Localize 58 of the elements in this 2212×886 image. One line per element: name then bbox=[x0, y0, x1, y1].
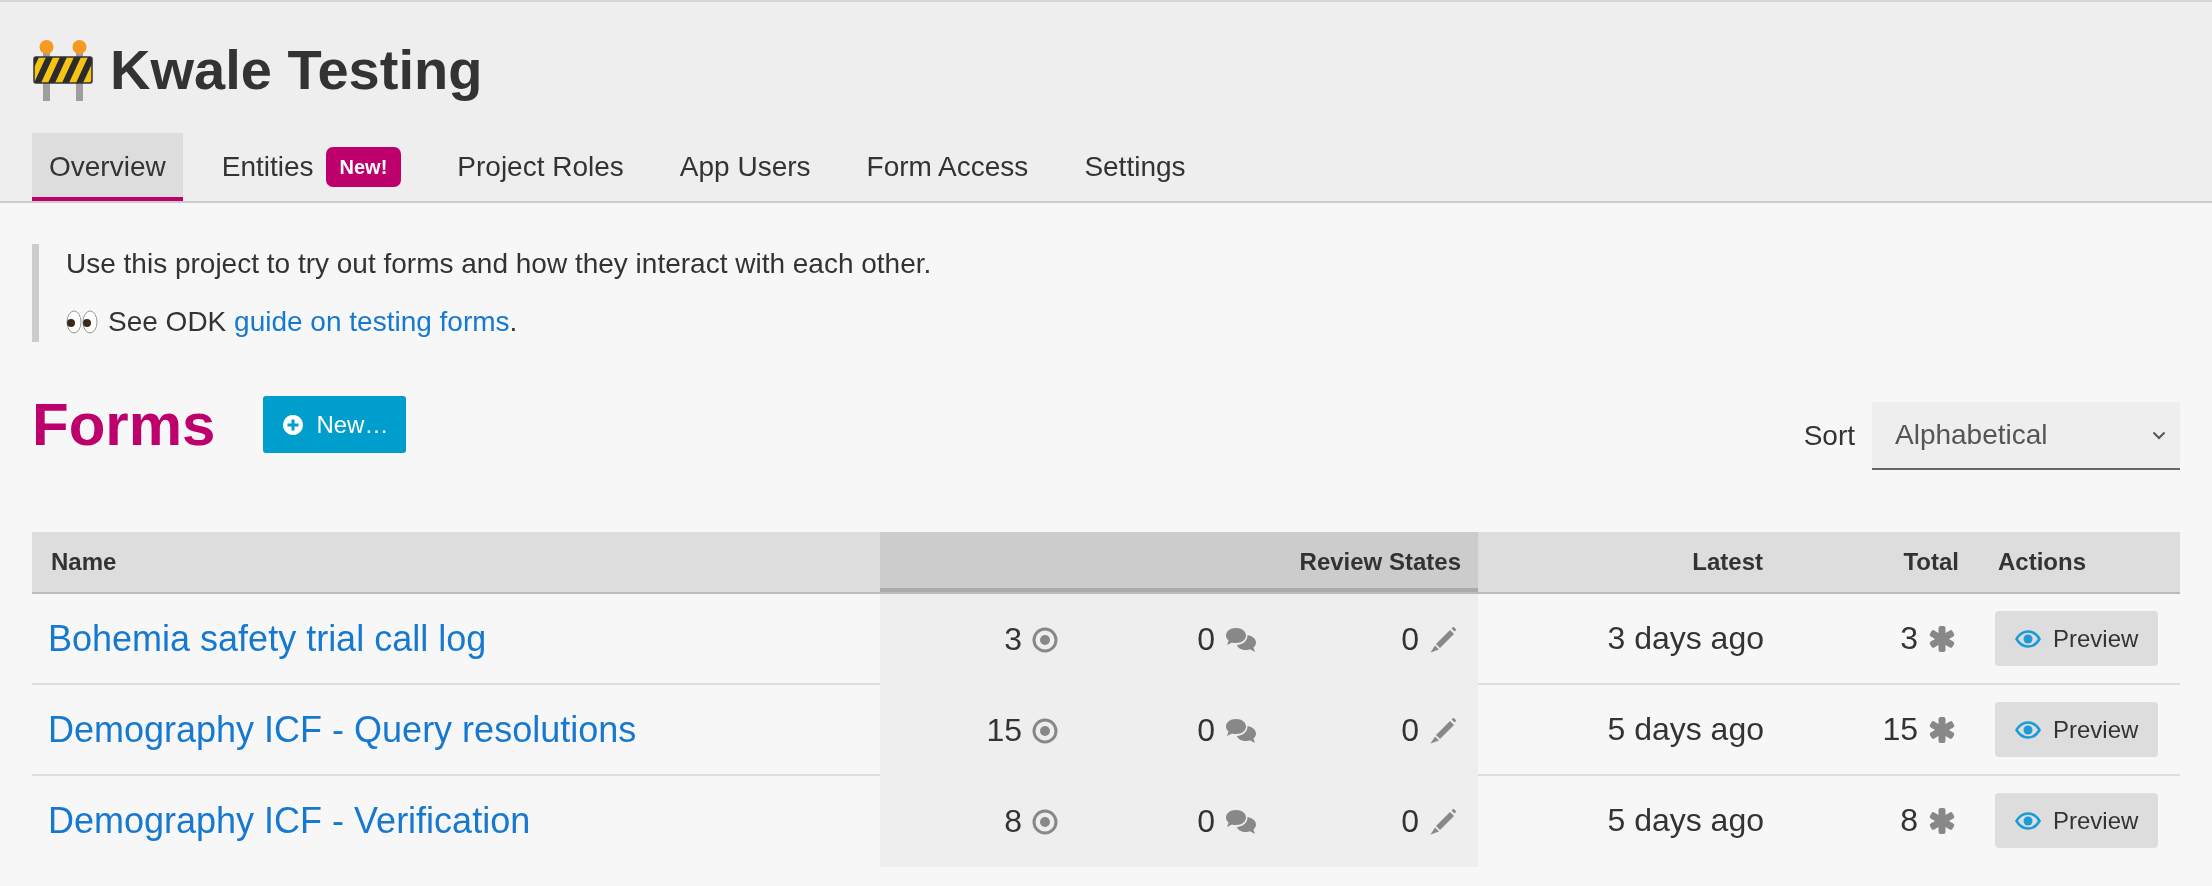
sort-label: Sort bbox=[1803, 420, 1855, 452]
form-link[interactable]: Bohemia safety trial call log bbox=[48, 617, 487, 660]
asterisk-icon bbox=[1928, 806, 1956, 835]
review-count: 3 bbox=[1004, 621, 1022, 658]
description-text: Use this project to try out forms and how they interact with each other. bbox=[66, 247, 933, 281]
eyes-icon bbox=[66, 310, 98, 334]
latest-submission-text: 5 days ago bbox=[1607, 711, 1764, 748]
sort-select[interactable]: Alphabetical bbox=[1872, 402, 2180, 470]
nav-tab[interactable]: Project Roles bbox=[440, 133, 641, 201]
latest-submission-text: 5 days ago bbox=[1607, 802, 1764, 839]
form-link[interactable]: Demography ICF - Query resolutions bbox=[48, 708, 637, 751]
eye-icon bbox=[2015, 720, 2041, 739]
caret-icon bbox=[2152, 430, 2166, 440]
forms-heading: Forms bbox=[32, 396, 216, 453]
total-count: 3 bbox=[1900, 620, 1918, 657]
preview-button[interactable]: Preview bbox=[1995, 793, 2159, 848]
review-count: 8 bbox=[1004, 803, 1022, 840]
review-count: 15 bbox=[986, 712, 1022, 749]
new-badge: New! bbox=[325, 147, 402, 187]
column-header: Latest bbox=[1691, 547, 1764, 577]
asterisk-icon bbox=[1928, 715, 1956, 744]
asterisk-icon bbox=[1928, 624, 1956, 653]
review-count: 0 bbox=[1401, 712, 1419, 749]
guide-text: See ODK guide on testing forms. bbox=[108, 305, 518, 339]
preview-button[interactable]: Preview bbox=[1995, 611, 2159, 666]
column-header: Total bbox=[1902, 547, 1960, 577]
guide-link[interactable]: guide on testing forms bbox=[234, 306, 510, 337]
nav-tab[interactable]: Settings bbox=[1067, 133, 1203, 201]
dot-circle-icon bbox=[1032, 808, 1058, 835]
pencil-icon bbox=[1429, 807, 1457, 836]
nav-tab[interactable]: Overview bbox=[32, 133, 183, 201]
total-count: 15 bbox=[1882, 711, 1918, 748]
speech-bubbles-icon bbox=[1225, 717, 1257, 744]
eye-icon bbox=[2015, 629, 2041, 648]
project-title: Kwale Testing bbox=[110, 37, 483, 103]
column-header: Review States bbox=[880, 532, 1478, 592]
nav-tab[interactable]: Entities New! bbox=[204, 133, 419, 201]
form-link[interactable]: Demography ICF - Verification bbox=[48, 799, 531, 842]
speech-bubbles-icon bbox=[1225, 626, 1257, 653]
review-count: 0 bbox=[1401, 803, 1419, 840]
nav-tab[interactable]: Form Access bbox=[849, 133, 1046, 201]
review-count: 0 bbox=[1197, 803, 1215, 840]
eye-icon bbox=[2015, 811, 2041, 830]
column-header: Name bbox=[50, 547, 118, 577]
total-count: 8 bbox=[1900, 802, 1918, 839]
dot-circle-icon bbox=[1032, 717, 1058, 744]
review-count: 0 bbox=[1197, 621, 1215, 658]
review-count: 0 bbox=[1401, 621, 1419, 658]
nav-tab[interactable]: App Users bbox=[662, 133, 828, 201]
pencil-icon bbox=[1429, 625, 1457, 654]
preview-button[interactable]: Preview bbox=[1995, 702, 2159, 757]
speech-bubbles-icon bbox=[1225, 808, 1257, 835]
latest-submission-text: 3 days ago bbox=[1607, 620, 1764, 657]
dot-circle-icon bbox=[1032, 626, 1058, 653]
review-count: 0 bbox=[1197, 712, 1215, 749]
construction-barrier-icon bbox=[32, 38, 94, 101]
column-header: Actions bbox=[1997, 547, 2087, 577]
pencil-icon bbox=[1429, 716, 1457, 745]
